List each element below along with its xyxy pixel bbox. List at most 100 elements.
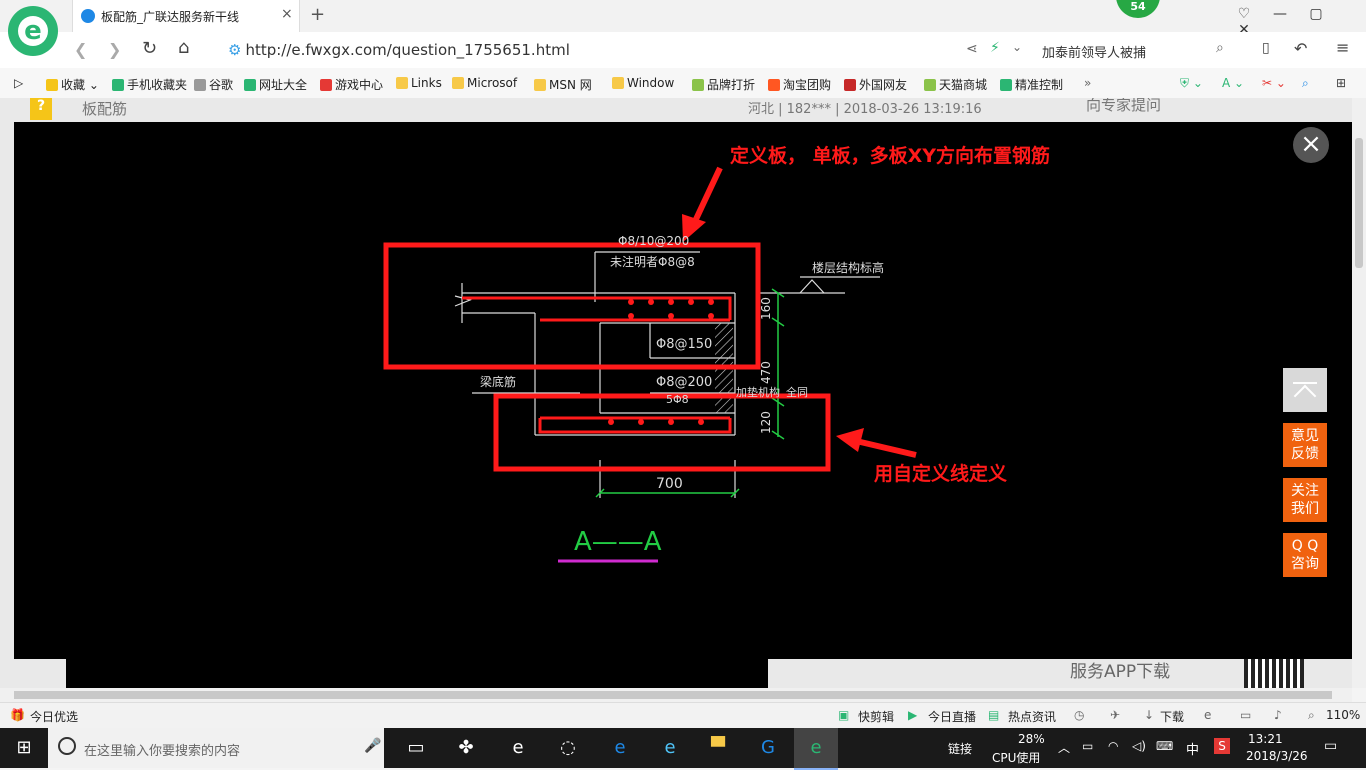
forward-icon[interactable]: ❯ xyxy=(108,40,121,59)
bookmark-item[interactable]: Window xyxy=(612,76,674,90)
chevron-down-icon[interactable]: ⌄ xyxy=(1012,40,1022,54)
taobao-icon xyxy=(768,79,780,91)
sogou-icon[interactable]: S xyxy=(1214,738,1230,754)
bookmark-item[interactable]: 手机收藏夹 xyxy=(112,76,187,93)
windows-start-icon[interactable]: ⊞ xyxy=(12,736,36,760)
volume-icon[interactable]: ♪ xyxy=(1274,708,1282,722)
skin-icon[interactable]: ♡ xyxy=(1226,6,1262,22)
browser-tab[interactable]: 板配筋_广联达服务新干线 × xyxy=(72,0,300,32)
url-field[interactable]: ⚙ http://e.fwxgx.com/question_1755651.htm… xyxy=(228,41,570,59)
bookmark-item[interactable]: 外国网友 xyxy=(844,76,907,93)
file-explorer-icon[interactable]: ▀ xyxy=(706,736,730,760)
new-tab-button[interactable]: + xyxy=(310,4,325,25)
search-input[interactable] xyxy=(1040,38,1244,64)
shield-icon[interactable]: ⛨ ⌄ xyxy=(1180,76,1203,91)
download-link[interactable]: 下载 xyxy=(1160,708,1184,725)
search-icon[interactable]: ⌕ xyxy=(1216,40,1224,56)
scissors-icon[interactable]: ✂ ⌄ xyxy=(1262,76,1286,90)
bookmark-item[interactable]: 天猫商城 xyxy=(924,76,987,93)
question-header: ? 板配筋 河北 | 182*** | 2018-03-26 13:19:16 … xyxy=(30,98,1352,122)
back-icon[interactable]: ❮ xyxy=(74,40,87,59)
clock-time[interactable]: 13:21 xyxy=(1248,732,1283,746)
taskbar-search[interactable]: 在这里输入你要搜索的内容 🎤 xyxy=(48,728,384,768)
bookmark-item[interactable]: 网址大全 xyxy=(244,76,307,93)
sidebar-toggle-icon[interactable]: ▷ xyxy=(14,76,23,90)
vertical-scrollbar[interactable] xyxy=(1352,98,1366,688)
ie-mode-icon[interactable]: e xyxy=(1204,708,1211,722)
notification-badge[interactable]: 54 xyxy=(1116,0,1160,18)
bookmark-item[interactable]: 收藏 ⌄ xyxy=(46,76,99,93)
qq-consult-button[interactable]: Q Q 咨询 xyxy=(1283,533,1327,577)
undo-icon[interactable]: ↶ xyxy=(1294,39,1307,58)
news-link[interactable]: 热点资讯 xyxy=(1008,708,1056,725)
tab-close-icon[interactable]: × xyxy=(281,6,293,22)
zoom-icon[interactable]: ⌕ xyxy=(1302,76,1309,91)
label-unmarked: 未注明者Φ8@8 xyxy=(610,254,695,269)
rebar-dots xyxy=(608,299,714,425)
status-left-label[interactable]: 今日优选 xyxy=(30,708,78,725)
bookmark-item[interactable]: MSN 网 xyxy=(534,76,592,93)
dim-120: 120 xyxy=(759,411,773,434)
menu-icon[interactable]: ≡ xyxy=(1336,38,1349,57)
image-bottom-strip xyxy=(66,657,768,688)
expert-link[interactable]: 向专家提问 xyxy=(1086,98,1161,115)
translate-icon[interactable]: A ⌄ xyxy=(1222,76,1244,90)
tray-link-label[interactable]: 链接 xyxy=(948,740,972,757)
taskbar: ⊞ 在这里输入你要搜索的内容 🎤 ▭ ✤ e ◌ e e ▀ G e 链接 28… xyxy=(0,728,1366,770)
app-download-label[interactable]: 服务APP下载 xyxy=(1070,657,1250,682)
browser-logo-icon[interactable]: e xyxy=(8,6,58,56)
notification-icon[interactable]: ▭ xyxy=(1324,738,1337,754)
speaker-icon[interactable]: ◁) xyxy=(1132,739,1146,753)
microphone-icon[interactable]: 🎤 xyxy=(364,738,381,754)
follow-us-button[interactable]: 关注 我们 xyxy=(1283,478,1327,522)
share-icon[interactable]: ⋖ xyxy=(966,41,978,57)
back-to-top-button[interactable] xyxy=(1283,368,1327,412)
window-icon[interactable]: ▭ xyxy=(1240,708,1251,722)
close-lightbox-button[interactable]: × xyxy=(1293,127,1329,163)
fan-app-icon[interactable]: ✤ xyxy=(454,736,478,760)
flash-icon[interactable]: ⚡ xyxy=(990,40,1000,56)
glodon-app-icon[interactable]: G xyxy=(756,736,780,760)
home-icon[interactable]: ⌂ xyxy=(178,37,189,58)
question-icon: ? xyxy=(30,98,52,120)
clock-date[interactable]: 2018/3/26 xyxy=(1246,749,1308,763)
battery-icon[interactable]: ▭ xyxy=(1082,739,1093,753)
bookmark-icon xyxy=(244,79,256,91)
feedback-button[interactable]: 意见 反馈 xyxy=(1283,423,1327,467)
maximize-button[interactable]: ▢ xyxy=(1298,6,1334,22)
live-link[interactable]: 今日直播 xyxy=(928,708,976,725)
section-label: A——A xyxy=(574,527,662,557)
quick-edit-link[interactable]: 快剪辑 xyxy=(858,708,894,725)
ie-icon[interactable]: e xyxy=(658,736,682,760)
bookmark-item[interactable]: 淘宝团购 xyxy=(768,76,831,93)
horizontal-scrollbar[interactable] xyxy=(0,688,1352,702)
refresh-icon[interactable]: ↻ xyxy=(142,38,157,59)
active-browser-app[interactable]: e xyxy=(794,728,838,770)
wifi-icon[interactable]: ◠ xyxy=(1108,739,1118,753)
bookmark-item[interactable]: 游戏中心 xyxy=(320,76,383,93)
apps-icon[interactable]: ⊞ xyxy=(1336,76,1346,90)
minimize-button[interactable]: — xyxy=(1262,6,1298,22)
tray-expand-icon[interactable]: ︿ xyxy=(1058,739,1070,756)
bookmark-item[interactable]: 精准控制 xyxy=(1000,76,1063,93)
bookmark-item[interactable]: Microsof xyxy=(452,76,517,90)
folder-icon xyxy=(396,77,408,89)
edge-icon[interactable]: e xyxy=(608,736,632,760)
history-icon[interactable]: ◷ xyxy=(1074,708,1084,722)
bookmark-item[interactable]: 品牌打折 xyxy=(692,76,755,93)
pin-icon[interactable]: ✈ xyxy=(1110,708,1120,722)
keyboard-icon[interactable]: ⌨ xyxy=(1156,739,1173,753)
spiral-app-icon[interactable]: ◌ xyxy=(556,736,580,760)
phone-icon[interactable]: ▯ xyxy=(1262,40,1270,56)
image-lightbox: 定义板， 单板，多板XY方向布置钢筋 用自定义线定义 Φ8/10@200 未注明… xyxy=(14,122,1352,659)
bookmark-item[interactable]: 谷歌 xyxy=(194,76,233,93)
zoom-level[interactable]: 110% xyxy=(1326,708,1360,722)
url-text: http://e.fwxgx.com/question_1755651.html xyxy=(245,41,570,59)
edge-old-icon[interactable]: e xyxy=(506,736,530,760)
bookmark-item[interactable]: Links xyxy=(396,76,442,90)
annotation-top: 定义板， 单板，多板XY方向布置钢筋 xyxy=(730,144,1050,167)
task-view-icon[interactable]: ▭ xyxy=(404,736,428,760)
news-icon: ▤ xyxy=(988,708,1000,722)
more-bookmarks-icon[interactable]: » xyxy=(1084,76,1091,90)
ime-indicator[interactable]: 中 xyxy=(1186,739,1199,758)
